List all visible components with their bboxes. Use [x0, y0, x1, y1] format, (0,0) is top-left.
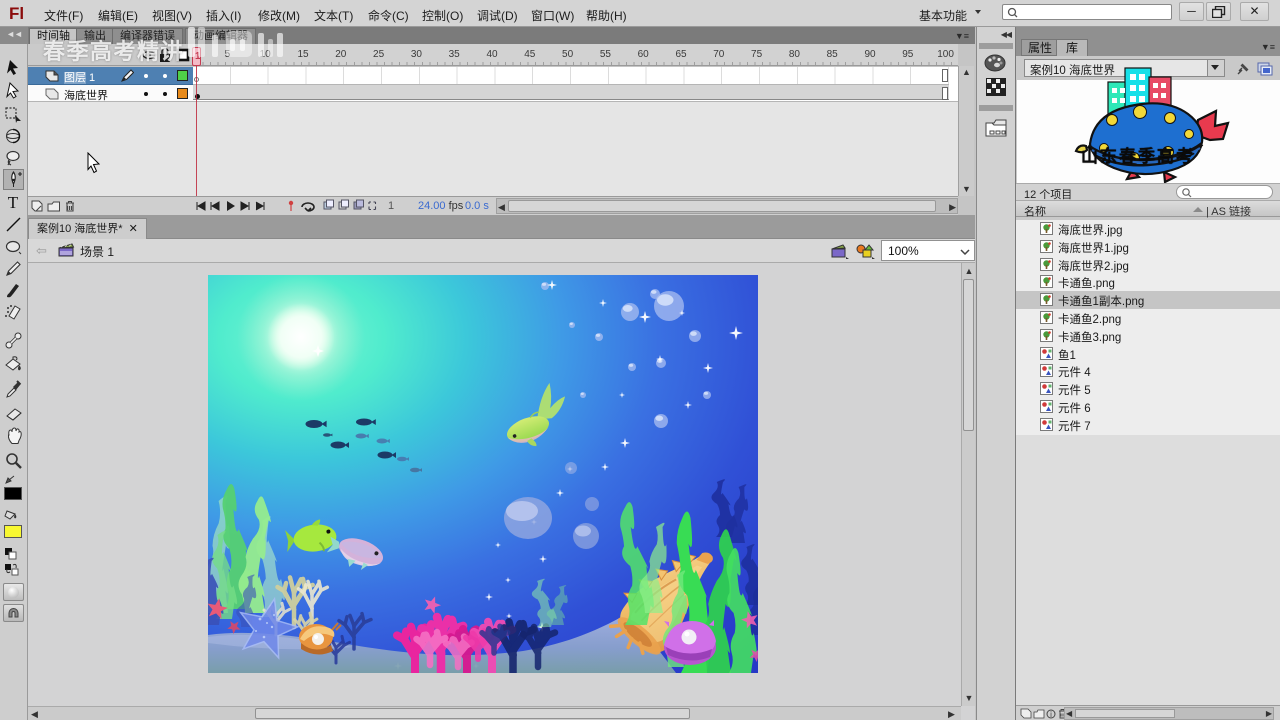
svg-text:i: i	[1050, 710, 1052, 719]
svg-text:T: T	[8, 193, 19, 212]
